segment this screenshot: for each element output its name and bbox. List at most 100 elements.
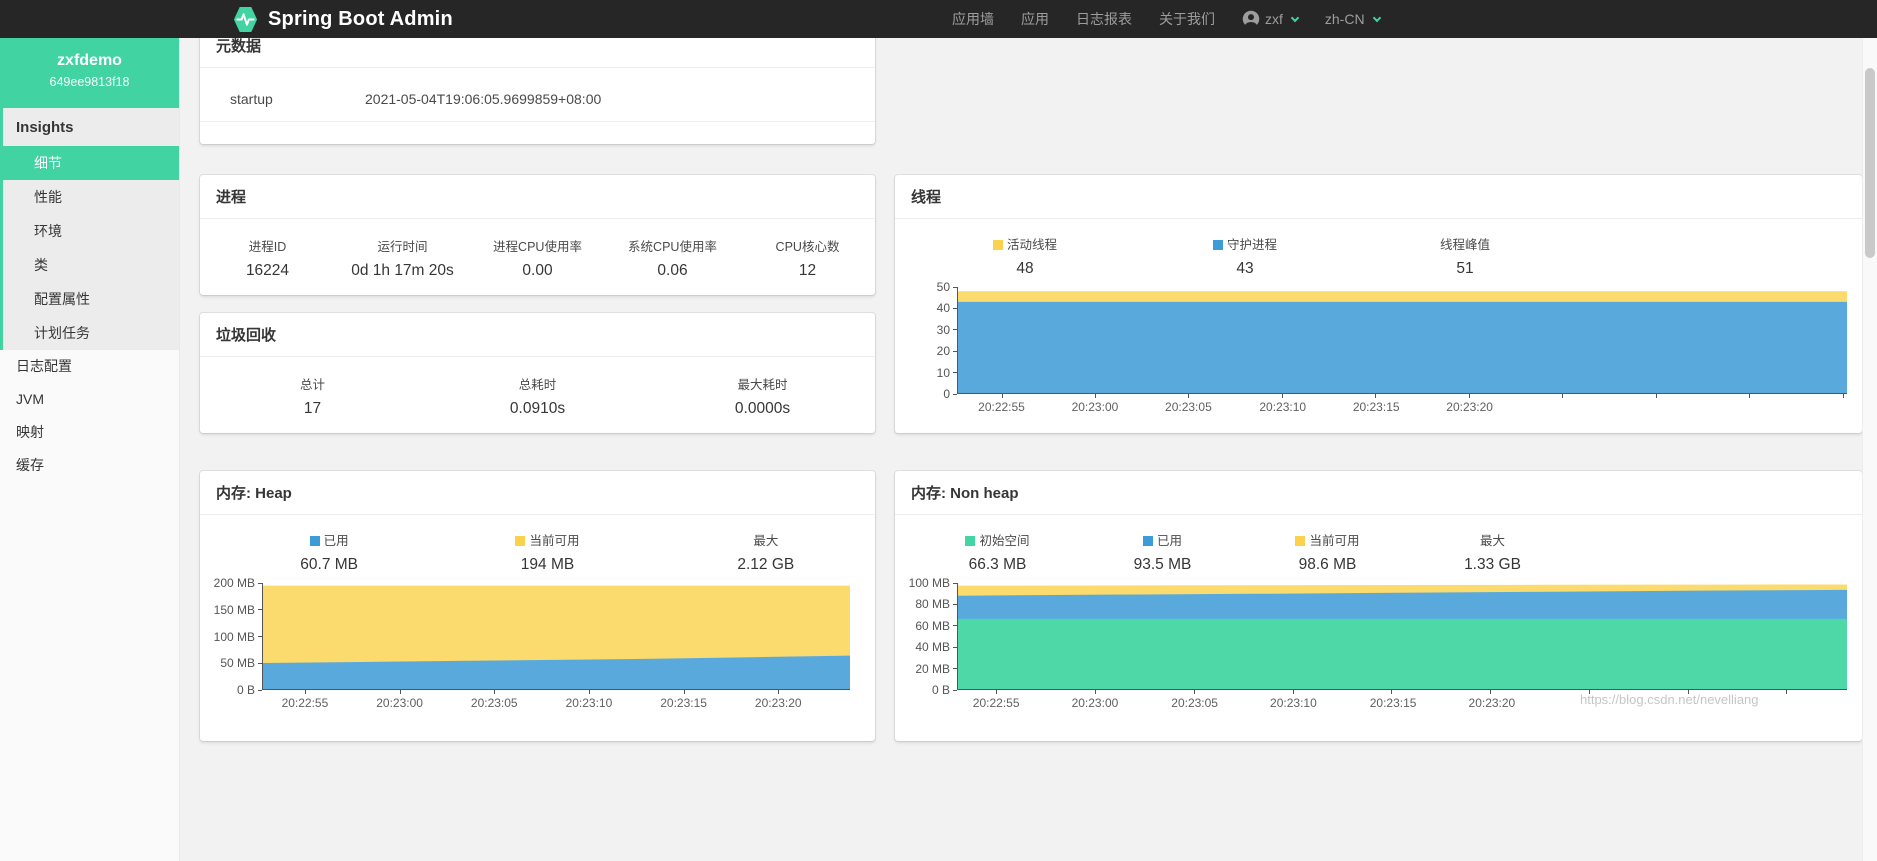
nonheap-card-title: 内存: Non heap	[895, 471, 1862, 515]
metadata-value: 2021-05-04T19:06:05.9699859+08:00	[365, 91, 601, 107]
sidebar-item-environment[interactable]: 环境	[3, 214, 179, 248]
heap-chart: 0 B50 MB100 MB150 MB200 MB 20:22:5520:23…	[200, 583, 850, 690]
stat-value: 0.06	[605, 262, 740, 280]
stat-label: 运行时间	[335, 236, 470, 255]
gc-card: 垃圾回收 总计 17 总耗时 0.0910s 最大耗时 0.0000s	[200, 313, 875, 433]
y-axis: 01020304050	[895, 287, 957, 394]
legend-value: 1.33 GB	[1410, 556, 1575, 574]
stat-gc-max-time: 最大耗时 0.0000s	[650, 374, 875, 418]
legend-max: 最大 2.12 GB	[657, 530, 875, 574]
nonheap-legend: 初始空间 66.3 MB 已用 93.5 MB 当前可用 98.6 MB 最大 …	[915, 515, 1575, 583]
legend-square-blue	[1143, 536, 1153, 546]
user-icon	[1242, 10, 1260, 28]
sidebar-item-config-properties[interactable]: 配置属性	[3, 282, 179, 316]
heap-memory-card: 内存: Heap 已用 60.7 MB 当前可用 194 MB 最大 2.12 …	[200, 471, 875, 741]
scrollbar-thumb[interactable]	[1865, 68, 1875, 258]
user-name: zxf	[1265, 11, 1283, 27]
sidebar-item-details[interactable]: 细节	[0, 146, 179, 180]
stat-value: 0.0910s	[425, 400, 650, 418]
stat-gc-total-time: 总耗时 0.0910s	[425, 374, 650, 418]
legend-available: 当前可用 98.6 MB	[1245, 530, 1410, 574]
gc-stats: 总计 17 总耗时 0.0910s 最大耗时 0.0000s	[200, 357, 875, 418]
legend-initial: 初始空间 66.3 MB	[915, 530, 1080, 574]
stat-label: 系统CPU使用率	[605, 236, 740, 255]
legend-value: 93.5 MB	[1080, 556, 1245, 574]
legend-daemon-threads: 守护进程 43	[1135, 234, 1355, 278]
chart-plot-area	[957, 287, 1847, 394]
stat-gc-count: 总计 17	[200, 374, 425, 418]
stat-uptime: 运行时间 0d 1h 17m 20s	[335, 236, 470, 280]
stat-label: 总耗时	[425, 374, 650, 393]
threads-legend: 活动线程 48 守护进程 43 线程峰值 51	[915, 219, 1575, 287]
legend-value: 60.7 MB	[220, 556, 438, 574]
threads-chart: 01020304050 20:22:5520:23:0020:23:0520:2…	[895, 287, 1847, 394]
instance-header[interactable]: zxfdemo 649ee9813f18	[0, 38, 179, 108]
stat-label: 进程ID	[200, 236, 335, 255]
legend-value: 43	[1135, 260, 1355, 278]
legend-value: 194 MB	[438, 556, 656, 574]
legend-value: 98.6 MB	[1245, 556, 1410, 574]
chevron-down-icon	[1372, 13, 1380, 21]
user-menu[interactable]: zxf	[1242, 10, 1298, 28]
navbar: Spring Boot Admin 应用墙 应用 日志报表 关于我们 zxf z…	[0, 0, 1877, 38]
legend-square-green	[965, 536, 975, 546]
legend-available: 当前可用 194 MB	[438, 530, 656, 574]
sidebar-item-caches[interactable]: 缓存	[0, 449, 179, 482]
stat-system-cpu: 系统CPU使用率 0.06	[605, 236, 740, 280]
y-axis: 0 B20 MB40 MB60 MB80 MB100 MB	[895, 583, 957, 690]
sidebar-item-performance[interactable]: 性能	[3, 180, 179, 214]
legend-value: 51	[1355, 260, 1575, 278]
csdn-watermark: https://blog.csdn.net/nevelliang	[1580, 692, 1759, 707]
legend-square-yellow	[993, 240, 1003, 250]
legend-square-blue	[1213, 240, 1223, 250]
chart-plot-area	[957, 583, 1847, 690]
brand[interactable]: Spring Boot Admin	[232, 0, 453, 38]
legend-used: 已用 93.5 MB	[1080, 530, 1245, 574]
vertical-scrollbar[interactable]	[1862, 38, 1877, 861]
legend-live-threads: 活动线程 48	[915, 234, 1135, 278]
threads-card: 线程 活动线程 48 守护进程 43 线程峰值 51 01020304050 2…	[895, 175, 1862, 433]
nav-applications-wall[interactable]: 应用墙	[952, 9, 994, 29]
brand-title: Spring Boot Admin	[268, 8, 453, 31]
locale-menu[interactable]: zh-CN	[1325, 11, 1380, 27]
metadata-key: startup	[230, 91, 365, 107]
sidebar-item-jvm[interactable]: JVM	[0, 383, 179, 416]
legend-max: 最大 1.33 GB	[1410, 530, 1575, 574]
legend-value: 66.3 MB	[915, 556, 1080, 574]
insights-title: Insights	[3, 108, 179, 146]
x-axis: 20:22:5520:23:0020:23:0520:23:1020:23:15…	[262, 690, 850, 714]
heap-legend: 已用 60.7 MB 当前可用 194 MB 最大 2.12 GB	[220, 515, 875, 583]
sidebar-item-mappings[interactable]: 映射	[0, 416, 179, 449]
gc-card-title: 垃圾回收	[200, 313, 875, 357]
legend-square-yellow	[1295, 536, 1305, 546]
metadata-row: startup 2021-05-04T19:06:05.9699859+08:0…	[200, 76, 875, 122]
spring-boot-admin-logo	[232, 6, 259, 33]
instance-id: 649ee9813f18	[0, 75, 179, 89]
chart-plot-area	[262, 583, 850, 690]
metadata-card: 元数据 startup 2021-05-04T19:06:05.9699859+…	[200, 24, 875, 144]
heap-card-title: 内存: Heap	[200, 471, 875, 515]
stat-value: 17	[200, 400, 425, 418]
locale-label: zh-CN	[1325, 11, 1365, 27]
app-name: zxfdemo	[0, 52, 179, 70]
legend-value: 48	[915, 260, 1135, 278]
y-axis: 0 B50 MB100 MB150 MB200 MB	[200, 583, 262, 690]
legend-value: 2.12 GB	[657, 556, 875, 574]
main-content: 元数据 startup 2021-05-04T19:06:05.9699859+…	[180, 38, 1862, 861]
sidebar-item-loggers[interactable]: 日志配置	[0, 350, 179, 383]
legend-peak-threads: 线程峰值 51	[1355, 234, 1575, 278]
stat-label: 进程CPU使用率	[470, 236, 605, 255]
sidebar-item-classes[interactable]: 类	[3, 248, 179, 282]
legend-square-yellow	[515, 536, 525, 546]
process-stats: 进程ID 16224 运行时间 0d 1h 17m 20s 进程CPU使用率 0…	[200, 219, 875, 280]
sidebar-item-scheduled-tasks[interactable]: 计划任务	[3, 316, 179, 350]
insights-section: Insights 细节 性能 环境 类 配置属性 计划任务	[0, 108, 179, 350]
sidebar: zxfdemo 649ee9813f18 Insights 细节 性能 环境 类…	[0, 38, 180, 861]
nav-about[interactable]: 关于我们	[1159, 9, 1215, 29]
nav-applications[interactable]: 应用	[1021, 9, 1049, 29]
stat-label: 最大耗时	[650, 374, 875, 393]
stat-value: 0.0000s	[650, 400, 875, 418]
process-card: 进程 进程ID 16224 运行时间 0d 1h 17m 20s 进程CPU使用…	[200, 175, 875, 295]
nav-journal[interactable]: 日志报表	[1076, 9, 1132, 29]
stat-pid: 进程ID 16224	[200, 236, 335, 280]
